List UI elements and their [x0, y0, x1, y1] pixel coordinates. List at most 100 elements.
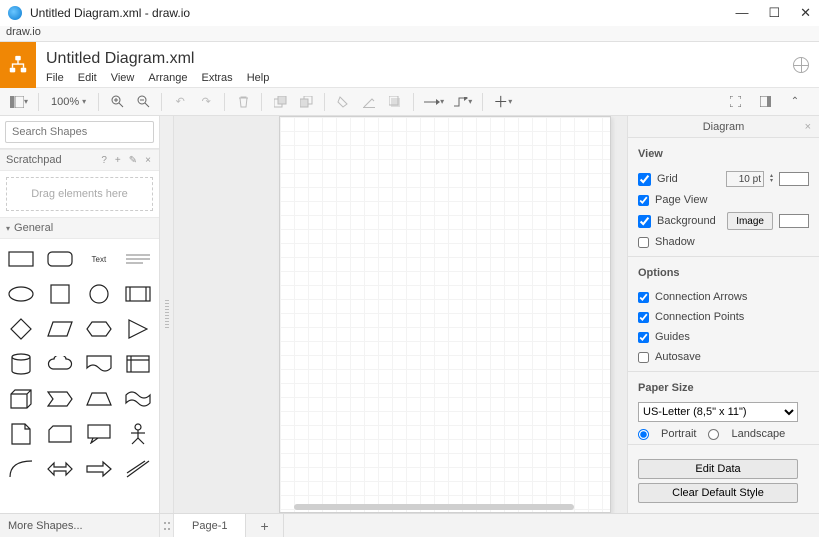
shape-ellipse[interactable]: [3, 280, 39, 308]
to-front-button[interactable]: [268, 91, 292, 113]
pageview-label: Page View: [655, 194, 707, 206]
connection-button[interactable]: ▾: [420, 91, 448, 113]
undo-button[interactable]: ↶: [168, 91, 192, 113]
shape-cylinder[interactable]: [3, 350, 39, 378]
format-panel-button[interactable]: [753, 91, 777, 113]
shape-link[interactable]: [120, 455, 156, 483]
background-checkbox[interactable]: [638, 215, 651, 228]
shape-square[interactable]: [42, 280, 78, 308]
scratchpad-add-icon[interactable]: +: [113, 155, 123, 166]
scratchpad-header[interactable]: Scratchpad ? + ✎ ×: [0, 149, 159, 171]
main-toolbar: ▾ 100%▾ ↶ ↷ ▾ ▾ ＋▾ ⌃: [0, 88, 819, 116]
menu-arrange[interactable]: Arrange: [148, 72, 187, 84]
shape-circle[interactable]: [81, 280, 117, 308]
scratchpad-help-icon[interactable]: ?: [99, 155, 109, 166]
shape-document[interactable]: [81, 350, 117, 378]
window-close-button[interactable]: ✕: [800, 5, 811, 21]
delete-button[interactable]: [231, 91, 255, 113]
conn-arrows-checkbox[interactable]: [638, 292, 649, 303]
insert-button[interactable]: ＋▾: [489, 91, 516, 113]
grid-size-input[interactable]: 10 pt: [726, 171, 764, 187]
conn-points-checkbox[interactable]: [638, 312, 649, 323]
conn-arrows-label: Connection Arrows: [655, 291, 747, 303]
add-page-button[interactable]: +: [246, 514, 283, 537]
grid-color-swatch[interactable]: [779, 172, 809, 186]
shape-step[interactable]: [42, 385, 78, 413]
zoom-level[interactable]: 100%▾: [45, 96, 92, 108]
view-mode-button[interactable]: ▾: [6, 91, 32, 113]
shape-tape[interactable]: [120, 385, 156, 413]
waypoint-button[interactable]: ▾: [450, 91, 476, 113]
shape-trapezoid[interactable]: [81, 385, 117, 413]
shadow-button[interactable]: [383, 91, 407, 113]
shape-triangle[interactable]: [120, 315, 156, 343]
shape-text[interactable]: Text: [81, 245, 117, 273]
fill-color-button[interactable]: [331, 91, 355, 113]
search-input-wrap[interactable]: [5, 121, 154, 143]
fullscreen-button[interactable]: [723, 91, 747, 113]
redo-button[interactable]: ↷: [194, 91, 218, 113]
scratchpad-close-icon[interactable]: ×: [143, 155, 153, 166]
shadow-label: Shadow: [655, 236, 695, 248]
autosave-checkbox[interactable]: [638, 352, 649, 363]
menu-help[interactable]: Help: [247, 72, 270, 84]
general-header[interactable]: ▾ General: [0, 217, 159, 239]
portrait-radio[interactable]: [638, 429, 649, 440]
clear-style-button[interactable]: Clear Default Style: [638, 483, 798, 503]
background-color-swatch[interactable]: [779, 214, 809, 228]
shape-process[interactable]: [120, 280, 156, 308]
window-minimize-button[interactable]: —: [735, 5, 748, 21]
paper-heading: Paper Size: [638, 382, 809, 394]
shape-cloud[interactable]: [42, 350, 78, 378]
line-color-button[interactable]: [357, 91, 381, 113]
shape-note[interactable]: [3, 420, 39, 448]
menu-edit[interactable]: Edit: [78, 72, 97, 84]
shadow-checkbox[interactable]: [638, 237, 649, 248]
shape-card[interactable]: [42, 420, 78, 448]
shape-rounded-rect[interactable]: [42, 245, 78, 273]
menu-extras[interactable]: Extras: [202, 72, 233, 84]
app-icon: [8, 6, 22, 20]
canvas[interactable]: [174, 116, 627, 513]
shape-curve[interactable]: [3, 455, 39, 483]
collapse-button[interactable]: ⌃: [783, 91, 807, 113]
menu-view[interactable]: View: [111, 72, 135, 84]
edit-data-button[interactable]: Edit Data: [638, 459, 798, 479]
shape-arrow[interactable]: [81, 455, 117, 483]
more-shapes-button[interactable]: More Shapes...: [0, 514, 160, 537]
shape-actor[interactable]: [120, 420, 156, 448]
grid-checkbox[interactable]: [638, 173, 651, 186]
window-maximize-button[interactable]: ☐: [768, 5, 780, 21]
sidebar-splitter[interactable]: [160, 116, 174, 513]
zoom-out-button[interactable]: [131, 91, 155, 113]
shape-textbox[interactable]: [120, 245, 156, 273]
menu-file[interactable]: File: [46, 72, 64, 84]
landscape-radio[interactable]: [708, 429, 719, 440]
scratchpad-dropzone[interactable]: Drag elements here: [6, 177, 153, 211]
panel-close-icon[interactable]: ×: [805, 121, 811, 133]
to-back-button[interactable]: [294, 91, 318, 113]
shape-internal-storage[interactable]: [120, 350, 156, 378]
shape-diamond[interactable]: [3, 315, 39, 343]
shape-callout[interactable]: [81, 420, 117, 448]
guides-checkbox[interactable]: [638, 332, 649, 343]
grid-size-spinner[interactable]: ▴▾: [770, 174, 773, 184]
shape-arrow-bidir[interactable]: [42, 455, 78, 483]
scratchpad-edit-icon[interactable]: ✎: [127, 155, 139, 166]
shape-hexagon[interactable]: [81, 315, 117, 343]
horizontal-scrollbar[interactable]: [294, 504, 574, 510]
pageview-checkbox[interactable]: [638, 195, 649, 206]
shape-cube[interactable]: [3, 385, 39, 413]
shape-rectangle[interactable]: [3, 245, 39, 273]
footer-splitter[interactable]: [160, 514, 174, 537]
paper-size-select[interactable]: US-Letter (8,5" x 11"): [638, 402, 798, 422]
zoom-in-button[interactable]: [105, 91, 129, 113]
language-icon[interactable]: [793, 57, 809, 73]
page-tab-1[interactable]: Page-1: [174, 514, 246, 537]
search-input[interactable]: [12, 126, 154, 138]
background-image-button[interactable]: Image: [727, 212, 773, 230]
shape-parallelogram[interactable]: [42, 315, 78, 343]
chevron-down-icon: ▾: [6, 224, 10, 233]
app-header: Untitled Diagram.xml File Edit View Arra…: [0, 42, 819, 88]
canvas-page[interactable]: [279, 116, 611, 513]
